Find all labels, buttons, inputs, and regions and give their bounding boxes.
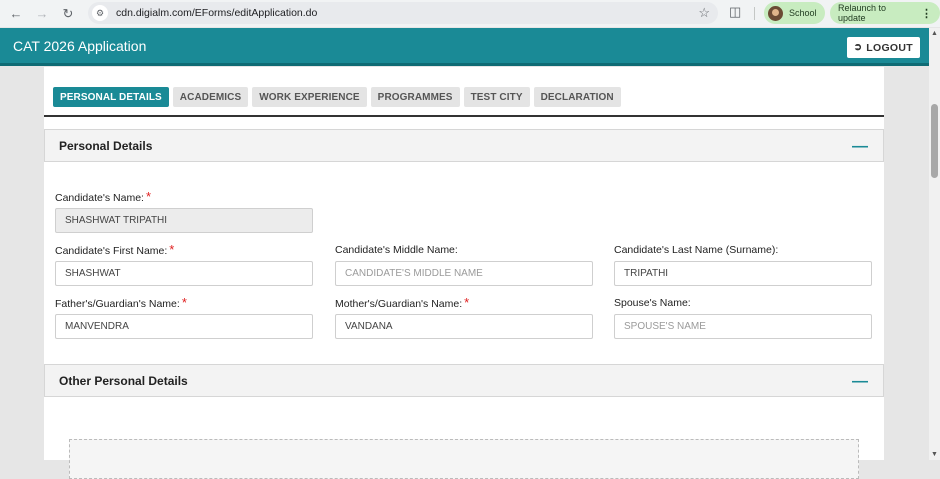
collapse-icon[interactable]: — xyxy=(852,373,868,391)
required-mark: * xyxy=(464,295,470,310)
label-text: Father's/Guardian's Name: xyxy=(55,298,180,310)
spouse-name-input[interactable] xyxy=(624,321,871,332)
label-text: Candidate's Name: xyxy=(55,192,144,204)
middle-name-field[interactable] xyxy=(335,261,593,286)
father-name-field[interactable] xyxy=(55,314,313,339)
middle-name-label: Candidate's Middle Name: xyxy=(335,244,458,256)
url-text: cdn.digialm.com/EForms/editApplication.d… xyxy=(116,7,318,19)
tabs-divider xyxy=(44,115,884,117)
scroll-up-icon[interactable]: ▲ xyxy=(931,30,938,37)
page-scrollbar[interactable]: ▲ ▼ xyxy=(929,28,940,460)
back-icon[interactable]: ← xyxy=(6,4,26,24)
section-title: Personal Details xyxy=(59,138,153,153)
last-name-label: Candidate's Last Name (Surname): xyxy=(614,244,779,256)
extensions-icon[interactable]: ◫ xyxy=(729,4,741,20)
relaunch-button[interactable]: Relaunch to update ⋮ xyxy=(830,2,940,24)
label-text: Candidate's First Name: xyxy=(55,245,168,257)
toolbar-divider xyxy=(754,7,755,20)
application-form: PERSONAL DETAILS ACADEMICS WORK EXPERIEN… xyxy=(44,67,884,479)
tab-academics[interactable]: ACADEMICS xyxy=(172,87,249,107)
logout-icon: ➲ xyxy=(853,42,863,53)
mother-name-field[interactable] xyxy=(335,314,593,339)
father-name-input[interactable] xyxy=(65,321,312,332)
spouse-name-label: Spouse's Name: xyxy=(614,297,691,309)
address-bar[interactable]: ⚙ cdn.digialm.com/EForms/editApplication… xyxy=(88,2,718,24)
logout-label: LOGOUT xyxy=(866,41,913,54)
first-name-label: Candidate's First Name: * xyxy=(55,242,174,257)
first-name-field[interactable] xyxy=(55,261,313,286)
tab-test-city[interactable]: TEST CITY xyxy=(463,87,530,107)
logout-button[interactable]: ➲ LOGOUT xyxy=(846,37,920,58)
father-name-label: Father's/Guardian's Name: * xyxy=(55,295,187,310)
bookmark-star-icon[interactable]: ☆ xyxy=(698,5,710,21)
middle-name-input[interactable] xyxy=(345,268,592,279)
candidate-name-field: SHASHWAT TRIPATHI xyxy=(55,208,313,233)
label-text: Mother's/Guardian's Name: xyxy=(335,298,463,310)
tab-declaration[interactable]: DECLARATION xyxy=(533,87,621,107)
candidate-name-value: SHASHWAT TRIPATHI xyxy=(65,215,168,226)
required-mark: * xyxy=(181,295,187,310)
avatar xyxy=(768,5,783,21)
scroll-down-icon[interactable]: ▼ xyxy=(931,451,938,458)
form-tabs: PERSONAL DETAILS ACADEMICS WORK EXPERIEN… xyxy=(53,87,621,107)
last-name-field[interactable] xyxy=(614,261,872,286)
required-mark: * xyxy=(145,189,152,204)
section-title: Other Personal Details xyxy=(59,373,188,388)
candidate-name-label: Candidate's Name: * xyxy=(55,189,151,204)
mother-name-label: Mother's/Guardian's Name: * xyxy=(335,295,469,310)
scroll-thumb[interactable] xyxy=(931,104,938,178)
required-mark: * xyxy=(169,242,175,257)
mother-name-input[interactable] xyxy=(345,321,592,332)
profile-button[interactable]: School xyxy=(764,2,825,24)
other-details-header[interactable]: Other Personal Details — xyxy=(44,364,884,397)
note-box xyxy=(69,439,859,479)
personal-details-header[interactable]: Personal Details — xyxy=(44,129,884,162)
tab-work-experience[interactable]: WORK EXPERIENCE xyxy=(252,87,367,107)
first-name-input[interactable] xyxy=(65,268,312,279)
tab-programmes[interactable]: PROGRAMMES xyxy=(370,87,460,107)
tab-personal-details[interactable]: PERSONAL DETAILS xyxy=(53,87,169,107)
relaunch-label: Relaunch to update xyxy=(838,3,887,23)
last-name-input[interactable] xyxy=(624,268,871,279)
site-settings-icon[interactable]: ⚙ xyxy=(92,5,108,21)
reload-icon[interactable]: ↻ xyxy=(58,4,78,24)
collapse-icon[interactable]: — xyxy=(852,138,868,156)
spouse-name-field[interactable] xyxy=(614,314,872,339)
app-title: CAT 2026 Application xyxy=(13,37,147,54)
app-header: CAT 2026 Application ➲ LOGOUT xyxy=(0,28,929,66)
forward-icon[interactable]: → xyxy=(32,4,52,24)
kebab-menu-icon[interactable]: ⋮ xyxy=(921,7,932,20)
profile-label: School xyxy=(789,8,817,18)
browser-toolbar: ← → ↻ ⚙ cdn.digialm.com/EForms/editAppli… xyxy=(0,0,940,27)
